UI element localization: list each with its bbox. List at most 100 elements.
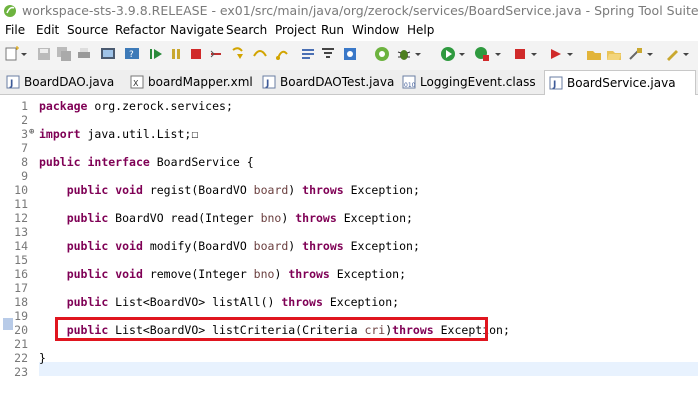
stop-dropdown-icon[interactable] (530, 46, 538, 62)
tab-boarddaotest-java[interactable]: J BoardDAOTest.java (262, 70, 394, 94)
tab-boardservice-java[interactable]: J BoardService.java (544, 70, 696, 96)
svg-text:?: ? (129, 50, 134, 60)
svg-text:J: J (265, 79, 269, 89)
code-line[interactable]: 18 public List<BoardVO> listAll() throws… (0, 295, 698, 309)
coverage-dropdown-icon[interactable] (494, 46, 502, 62)
menu-file[interactable]: File (5, 23, 25, 37)
stop-server-icon[interactable] (512, 46, 528, 62)
menu-edit[interactable]: Edit (36, 23, 59, 37)
code-line[interactable]: 1 package org.zerock.services; (0, 99, 698, 113)
code-text: } (39, 351, 46, 365)
line-number: 22 (14, 351, 28, 365)
coverage-icon[interactable] (474, 46, 490, 62)
tab-label: BoardService.java (567, 76, 676, 90)
tab-boardmapper-xml[interactable]: X boardMapper.xml (130, 70, 254, 94)
open-console-icon[interactable] (342, 46, 358, 62)
code-line[interactable]: 15 (0, 253, 698, 267)
line-number: 10 (14, 183, 28, 197)
new-java-package-icon[interactable] (586, 46, 602, 62)
code-line[interactable]: 22} (0, 351, 698, 365)
code-text: public void modify(BoardVO board) throws… (66, 239, 420, 253)
menu-project[interactable]: Project (275, 23, 316, 37)
line-number: 16 (14, 267, 28, 281)
resume-icon[interactable] (148, 46, 164, 62)
code-text: import java.util.List;☐ (39, 127, 199, 141)
spring-tool-suite-icon (4, 5, 16, 17)
step-into-icon[interactable] (230, 46, 246, 62)
code-line[interactable]: 17 (0, 281, 698, 295)
code-line[interactable]: 14 public void modify(BoardVO board) thr… (0, 239, 698, 253)
code-line[interactable]: 11 (0, 197, 698, 211)
menu-window[interactable]: Window (352, 23, 399, 37)
code-line[interactable]: 23 (0, 365, 698, 379)
help-icon[interactable]: ? (124, 46, 140, 62)
open-folder-icon[interactable] (606, 46, 622, 62)
run-to-line-icon[interactable] (300, 46, 316, 62)
menu-source[interactable]: Source (67, 23, 108, 37)
tab-loggingevent-class[interactable]: 010 LoggingEvent.class (402, 70, 538, 94)
tab-label: BoardDAO.java (24, 75, 115, 89)
search-tool-icon[interactable] (628, 46, 644, 62)
toolbar: ? (0, 41, 698, 71)
svg-text:J: J (9, 79, 13, 89)
line-number: 1 (21, 99, 28, 113)
svg-text:X: X (133, 79, 139, 88)
code-line[interactable]: 7 (0, 141, 698, 155)
code-line[interactable]: 2 (0, 113, 698, 127)
print-icon[interactable] (76, 46, 92, 62)
code-line[interactable]: 3 ⊕ import java.util.List;☐ (0, 127, 698, 141)
line-number: 3 (21, 127, 28, 141)
java-file-icon: J (549, 76, 563, 90)
code-text: public void regist(BoardVO board) throws… (66, 183, 420, 197)
step-return-icon[interactable] (274, 46, 290, 62)
external-tools-icon[interactable] (548, 46, 564, 62)
debug-icon[interactable] (396, 46, 412, 62)
use-step-filters-icon[interactable] (320, 46, 336, 62)
tab-label: boardMapper.xml (148, 75, 253, 89)
menu-navigate[interactable]: Navigate (170, 23, 224, 37)
code-line[interactable]: 12 public BoardVO read(Integer bno) thro… (0, 211, 698, 225)
terminate-icon[interactable] (188, 46, 204, 62)
line-number: 18 (14, 295, 28, 309)
terminal-icon[interactable] (100, 46, 116, 62)
code-editor[interactable]: 1 package org.zerock.services; 2 3 ⊕ import j… (0, 95, 698, 405)
line-number: 21 (14, 337, 28, 351)
menu-run[interactable]: Run (321, 23, 344, 37)
new-icon[interactable] (4, 46, 20, 62)
class-file-icon: 010 (402, 75, 416, 89)
save-all-icon[interactable] (56, 46, 72, 62)
menu-help[interactable]: Help (407, 23, 434, 37)
save-icon[interactable] (36, 46, 52, 62)
line-number: 20 (14, 323, 28, 337)
line-number: 9 (21, 169, 28, 183)
debug-dropdown-icon[interactable] (414, 46, 422, 62)
menu-search[interactable]: Search (226, 23, 267, 37)
run-dropdown-icon[interactable] (458, 46, 466, 62)
search-dropdown-icon[interactable] (646, 46, 654, 62)
disconnect-icon[interactable] (208, 46, 224, 62)
code-text: public void remove(Integer bno) throws E… (66, 267, 407, 281)
suspend-icon[interactable] (168, 46, 184, 62)
title-bar: workspace-sts-3.9.8.RELEASE - ex01/src/m… (0, 0, 698, 22)
annotation-highlight-box (55, 317, 488, 341)
spring-boot-dashboard-icon[interactable] (374, 46, 390, 62)
line-number: 13 (14, 225, 28, 239)
menu-refactor[interactable]: Refactor (115, 23, 165, 37)
run-icon[interactable] (440, 46, 456, 62)
fold-expand-icon[interactable]: ⊕ (29, 127, 34, 137)
external-tools-dropdown-icon[interactable] (566, 46, 574, 62)
tab-boarddao-java[interactable]: J BoardDAO.java (6, 70, 124, 94)
line-number: 8 (21, 155, 28, 169)
code-line[interactable]: 10 public void regist(BoardVO board) thr… (0, 183, 698, 197)
tab-label: LoggingEvent.class (420, 75, 536, 89)
edit-dropdown-icon[interactable] (682, 46, 690, 62)
code-line[interactable]: 13 (0, 225, 698, 239)
code-line[interactable]: 16 public void remove(Integer bno) throw… (0, 267, 698, 281)
editor-tab-bar: J BoardDAO.java X boardMapper.xml J Boar… (0, 70, 698, 96)
code-line[interactable]: 8 public interface BoardService { (0, 155, 698, 169)
code-line[interactable]: 9 (0, 169, 698, 183)
dropdown-arrow-icon[interactable] (20, 46, 28, 62)
menu-bar: File Edit Source Refactor Navigate Searc… (0, 22, 698, 41)
step-over-icon[interactable] (252, 46, 268, 62)
edit-pencil-icon[interactable] (664, 46, 680, 62)
